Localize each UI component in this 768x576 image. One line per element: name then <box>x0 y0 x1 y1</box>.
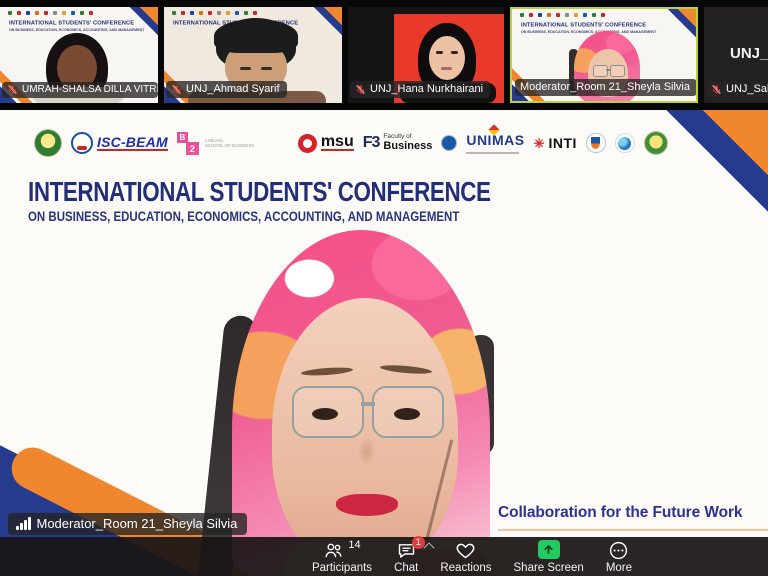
chat-button[interactable]: 1 Chat <box>394 536 435 576</box>
active-speaker-name-tag: Moderator_Room 21_Sheyla Silvia <box>8 513 248 535</box>
participants-button[interactable]: 14 Participants <box>312 540 372 576</box>
camera-off-name: UNJ_Sal <box>730 45 768 62</box>
sponsor-logo-bar: ISC-BEAM B 2 LABUAN SCHOOL OF BUSINESS m… <box>34 120 668 166</box>
msu-logo: msu <box>297 133 354 153</box>
msu-icon <box>297 133 317 153</box>
participant-name: UNJ_Salwa <box>726 83 768 95</box>
corner-accent <box>106 7 158 45</box>
muted-mic-icon <box>8 84 17 95</box>
unimas-logo: UNIMAS <box>466 123 524 154</box>
participants-icon <box>325 543 342 558</box>
participant-name: UNJ_Ahmad Syarif <box>186 83 280 95</box>
video-tile-hana[interactable]: UNJ_Hana Nurkhairani <box>348 7 504 103</box>
active-speaker-name: Moderator_Room 21_Sheyla Silvia <box>36 516 238 531</box>
participant-name-tag: Moderator_Room 21_Sheyla Silvia <box>515 79 696 96</box>
muted-mic-icon <box>172 84 181 94</box>
conference-title: INTERNATIONAL STUDENTS' CONFERENCE <box>28 176 491 207</box>
participant-name: UNJ_Hana Nurkhairani <box>370 83 484 95</box>
shield-logo <box>585 133 606 153</box>
video-tile-umrah[interactable]: INTERNATIONAL STUDENTS' CONFERENCE ON BU… <box>0 7 158 103</box>
participant-name-tag: UNJ_Salwa <box>706 81 768 98</box>
muted-mic-icon <box>356 84 365 94</box>
slide-tagline: Collaboration for the Future Work <box>498 504 743 521</box>
share-screen-icon <box>537 540 560 559</box>
corner-accent <box>644 9 696 47</box>
gallery-strip: INTERNATIONAL STUDENTS' CONFERENCE ON BU… <box>0 0 768 110</box>
university-seal-logo-2 <box>643 131 668 155</box>
headphone-pad <box>468 335 494 455</box>
more-icon <box>610 541 628 560</box>
share-screen-button[interactable]: Share Screen <box>514 540 584 576</box>
participant-name-tag: UNJ_Ahmad Syarif <box>166 81 287 98</box>
isc-beam-logo: ISC-BEAM <box>71 132 168 154</box>
participant-name-tag: UMRAH-SHALSA DILLA VITRIANI <box>2 82 158 98</box>
video-tile-salwa[interactable]: UNJ_Sal UNJ_Salwa <box>704 7 768 103</box>
meeting-toolbar: 14 Participants 1 Chat Reactions Share S… <box>0 536 768 576</box>
muted-mic-icon <box>712 84 721 94</box>
participant-name-tag: UNJ_Hana Nurkhairani <box>350 81 491 98</box>
b2-icon: B 2 <box>176 131 201 155</box>
participant-name: Moderator_Room 21_Sheyla Silvia <box>520 81 690 93</box>
main-speaker-view[interactable]: ISC-BEAM B 2 LABUAN SCHOOL OF BUSINESS m… <box>0 110 768 576</box>
participants-count: 14 <box>348 539 361 551</box>
video-tile-moderator[interactable]: INTERNATIONAL STUDENTS' CONFERENCE ON BU… <box>510 7 698 103</box>
b2-labuan-logo: B 2 LABUAN SCHOOL OF BUSINESS <box>176 131 275 155</box>
chat-menu-caret[interactable] <box>423 542 435 554</box>
zoom-meeting-window: INTERNATIONAL STUDENTS' CONFERENCE ON BU… <box>0 0 768 576</box>
video-tile-ahmad[interactable]: INTERNATIONAL STUDENTS' CONFERENCE UNJ_A… <box>164 7 342 103</box>
university-seal-logo <box>34 129 62 157</box>
conference-subtitle: ON BUSINESS, EDUCATION, ECONOMICS, ACCOU… <box>28 208 460 224</box>
ums-logo <box>441 135 458 151</box>
participant-name: UMRAH-SHALSA DILLA VITRIANI <box>22 84 158 95</box>
inti-logo: ✳ INTI <box>533 135 577 151</box>
tagline-underline <box>498 529 768 531</box>
heart-icon <box>457 543 475 559</box>
globe-logo <box>614 133 635 153</box>
audio-level-icon <box>16 517 31 530</box>
faculty-of-business-logo: F3 Faculty of Business <box>362 133 433 152</box>
inti-star-icon: ✳ <box>533 135 545 151</box>
more-button[interactable]: More <box>606 540 632 576</box>
reactions-button[interactable]: Reactions <box>440 540 492 576</box>
isc-beam-icon <box>71 132 93 154</box>
glasses <box>372 386 444 438</box>
